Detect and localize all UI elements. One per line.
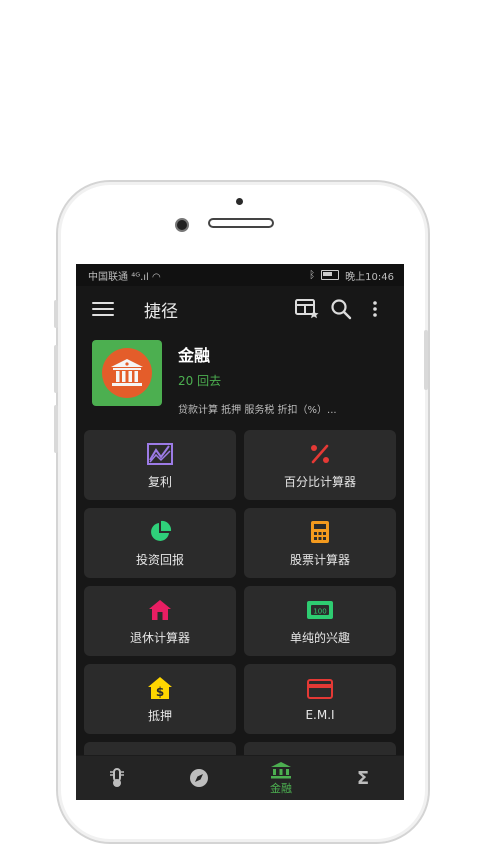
bank-icon [271, 761, 291, 778]
phone-sensor [236, 198, 243, 205]
bottom-navigation: 金融 Σ [76, 755, 404, 800]
percent-icon [309, 441, 331, 467]
page-title: 捷径 [144, 301, 178, 322]
tile-label: 退休计算器 [129, 630, 190, 645]
tile-label: E.M.I [305, 708, 335, 722]
nav-item-compass[interactable] [169, 768, 229, 788]
phone-speaker [208, 218, 274, 228]
tile-investment-return[interactable]: 投资回报 [84, 508, 236, 578]
menu-icon[interactable] [92, 302, 114, 316]
house-icon [148, 597, 172, 623]
compass-icon [190, 769, 208, 787]
bank-logo [92, 340, 162, 406]
signal-label: ⁴ᴳ.ıl [131, 271, 149, 283]
status-right: ᛒ 晚上10:46 [309, 268, 394, 283]
category-description: 贷款计算 抵押 服务税 折扣（%）... [178, 405, 337, 416]
search-icon[interactable] [324, 298, 358, 320]
tile-label: 投资回报 [135, 552, 184, 567]
category-name: 金融 [178, 346, 211, 365]
thermometer-icon [110, 768, 124, 787]
nav-item-finance[interactable]: 金融 [251, 761, 311, 796]
category-header: 金融 20 回去 贷款计算 抵押 服务税 折扣（%）... [76, 332, 404, 422]
sigma-icon: Σ [356, 767, 370, 789]
bluetooth-icon: ᛒ [309, 269, 316, 281]
nav-item-sigma[interactable]: Σ [333, 768, 393, 789]
svg-text:$: $ [156, 685, 164, 699]
pie-chart-icon [148, 519, 172, 545]
battery-icon [321, 270, 340, 280]
tile-retirement-calculator[interactable]: 退休计算器 [84, 586, 236, 656]
tile-label: 抵押 [147, 708, 172, 723]
status-bar: 中国联通 ⁴ᴳ.ıl ◠ ᛒ 晚上10:46 [76, 264, 404, 286]
wifi-icon: ◠ [152, 271, 161, 283]
tile-label: 复利 [147, 474, 172, 489]
category-info: 金融 20 回去 贷款计算 抵押 服务税 折扣（%）... [178, 340, 337, 422]
widget-star-icon[interactable] [290, 299, 324, 319]
phone-side-button [54, 300, 58, 328]
status-left: 中国联通 ⁴ᴳ.ıl ◠ [88, 268, 161, 283]
clock-label: 晚上10:46 [345, 271, 394, 283]
more-vert-icon[interactable] [358, 300, 392, 318]
line-chart-icon [147, 441, 173, 467]
tile-stock-calculator[interactable]: 股票计算器 [244, 508, 396, 578]
dollar-house-icon: $ [147, 675, 173, 701]
tile-label: 股票计算器 [289, 552, 350, 567]
tool-grid: 复利 百分比计算器 投资回报 股票计算器 退休计算器 100 单纯的兴趣 $ 抵… [76, 422, 404, 734]
credit-card-icon [307, 676, 333, 702]
phone-camera [175, 218, 189, 232]
category-count: 20 回去 [178, 374, 222, 388]
phone-side-button [54, 405, 58, 453]
tile-emi[interactable]: E.M.I [244, 664, 396, 734]
app-bar: 捷径 [76, 286, 404, 332]
app-screen: 中国联通 ⁴ᴳ.ıl ◠ ᛒ 晚上10:46 捷径 金融 20 回去 贷款计算 … [76, 264, 404, 800]
phone-side-button [424, 330, 428, 390]
phone-side-button [54, 345, 58, 393]
tile-percent-calculator[interactable]: 百分比计算器 [244, 430, 396, 500]
tile-label: 百分比计算器 [283, 474, 356, 489]
money-bill-icon: 100 [306, 597, 334, 623]
calculator-icon [310, 519, 330, 545]
tile-compound-interest[interactable]: 复利 [84, 430, 236, 500]
tile-simple-interest[interactable]: 100 单纯的兴趣 [244, 586, 396, 656]
carrier-label: 中国联通 [88, 271, 128, 283]
svg-text:100: 100 [313, 607, 326, 615]
nav-item-thermometer[interactable] [87, 768, 147, 788]
tile-label: 单纯的兴趣 [289, 630, 350, 645]
tile-mortgage[interactable]: $ 抵押 [84, 664, 236, 734]
nav-label-finance: 金融 [270, 781, 292, 795]
